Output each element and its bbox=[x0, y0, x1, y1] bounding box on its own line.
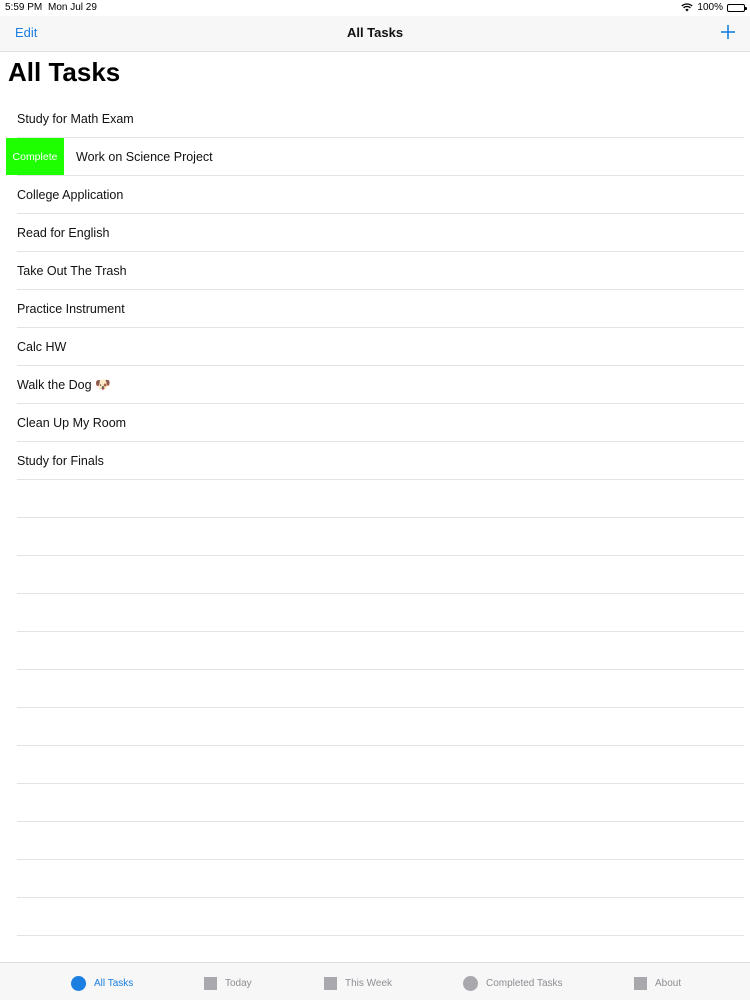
navigation-bar: Edit All Tasks bbox=[0, 16, 750, 52]
tab-label: All Tasks bbox=[94, 977, 134, 989]
tab-label: Today bbox=[225, 977, 252, 989]
task-label: Study for Finals bbox=[17, 454, 104, 468]
task-label: Calc HW bbox=[17, 340, 67, 354]
task-label: College Application bbox=[17, 188, 124, 202]
task-row[interactable]: Study for Math Exam bbox=[0, 100, 750, 138]
empty-row bbox=[0, 746, 750, 784]
tab-label: This Week bbox=[345, 977, 393, 989]
tab-today[interactable]: Today bbox=[204, 975, 252, 991]
task-label: Read for English bbox=[17, 226, 110, 240]
status-time: 5:59 PM bbox=[5, 2, 43, 13]
square-icon bbox=[634, 976, 647, 990]
task-row[interactable]: Practice Instrument bbox=[0, 290, 750, 328]
task-label: Walk the Dog 🐶 bbox=[17, 378, 111, 392]
task-row[interactable]: Walk the Dog 🐶 bbox=[0, 366, 750, 404]
tab-bar: All Tasks Today This Week Completed Task… bbox=[0, 962, 750, 1000]
task-row[interactable]: Clean Up My Room bbox=[0, 404, 750, 442]
empty-row bbox=[0, 708, 750, 746]
task-label: Work on Science Project bbox=[76, 150, 213, 164]
complete-action-button[interactable]: Complete bbox=[6, 138, 64, 175]
status-date: Mon Jul 29 bbox=[48, 2, 97, 13]
square-icon bbox=[204, 976, 217, 990]
task-row[interactable]: College Application bbox=[0, 176, 750, 214]
battery-icon bbox=[727, 3, 747, 12]
empty-row bbox=[0, 898, 750, 936]
circle-icon bbox=[463, 975, 478, 991]
empty-row bbox=[0, 594, 750, 632]
row-divider bbox=[17, 935, 744, 936]
empty-row bbox=[0, 556, 750, 594]
task-label: Practice Instrument bbox=[17, 302, 125, 316]
task-row[interactable]: Take Out The Trash bbox=[0, 252, 750, 290]
circle-icon bbox=[71, 975, 86, 991]
task-row[interactable]: Read for English bbox=[0, 214, 750, 252]
task-label: Study for Math Exam bbox=[17, 112, 134, 126]
empty-row bbox=[0, 632, 750, 670]
empty-row bbox=[0, 860, 750, 898]
task-list: Study for Math Exam Complete Work on Sci… bbox=[0, 100, 750, 936]
empty-row bbox=[0, 784, 750, 822]
status-bar: 5:59 PM Mon Jul 29 100% bbox=[0, 0, 750, 16]
tab-label: Completed Tasks bbox=[486, 977, 563, 989]
tab-this-week[interactable]: This Week bbox=[324, 975, 392, 991]
task-label: Clean Up My Room bbox=[17, 416, 127, 430]
page-title: All Tasks bbox=[8, 57, 121, 87]
battery-percent: 100% bbox=[697, 2, 723, 13]
task-row[interactable]: Study for Finals bbox=[0, 442, 750, 480]
tab-completed-tasks[interactable]: Completed Tasks bbox=[463, 975, 563, 991]
screen: 5:59 PM Mon Jul 29 100% Edit All Tasks A… bbox=[0, 0, 750, 1000]
wifi-icon bbox=[681, 3, 694, 12]
tab-about[interactable]: About bbox=[634, 975, 681, 991]
task-row[interactable]: Complete Work on Science Project bbox=[0, 138, 750, 176]
empty-row bbox=[0, 822, 750, 860]
empty-row bbox=[0, 480, 750, 518]
tab-label: About bbox=[655, 977, 682, 989]
add-icon[interactable] bbox=[720, 24, 736, 40]
task-label: Take Out The Trash bbox=[17, 264, 127, 278]
empty-row bbox=[0, 518, 750, 556]
square-icon bbox=[324, 976, 337, 990]
nav-title: All Tasks bbox=[346, 25, 404, 40]
status-indicators: 100% bbox=[681, 2, 747, 13]
task-row[interactable]: Calc HW bbox=[0, 328, 750, 366]
empty-row bbox=[0, 670, 750, 708]
tab-all-tasks[interactable]: All Tasks bbox=[71, 975, 133, 991]
